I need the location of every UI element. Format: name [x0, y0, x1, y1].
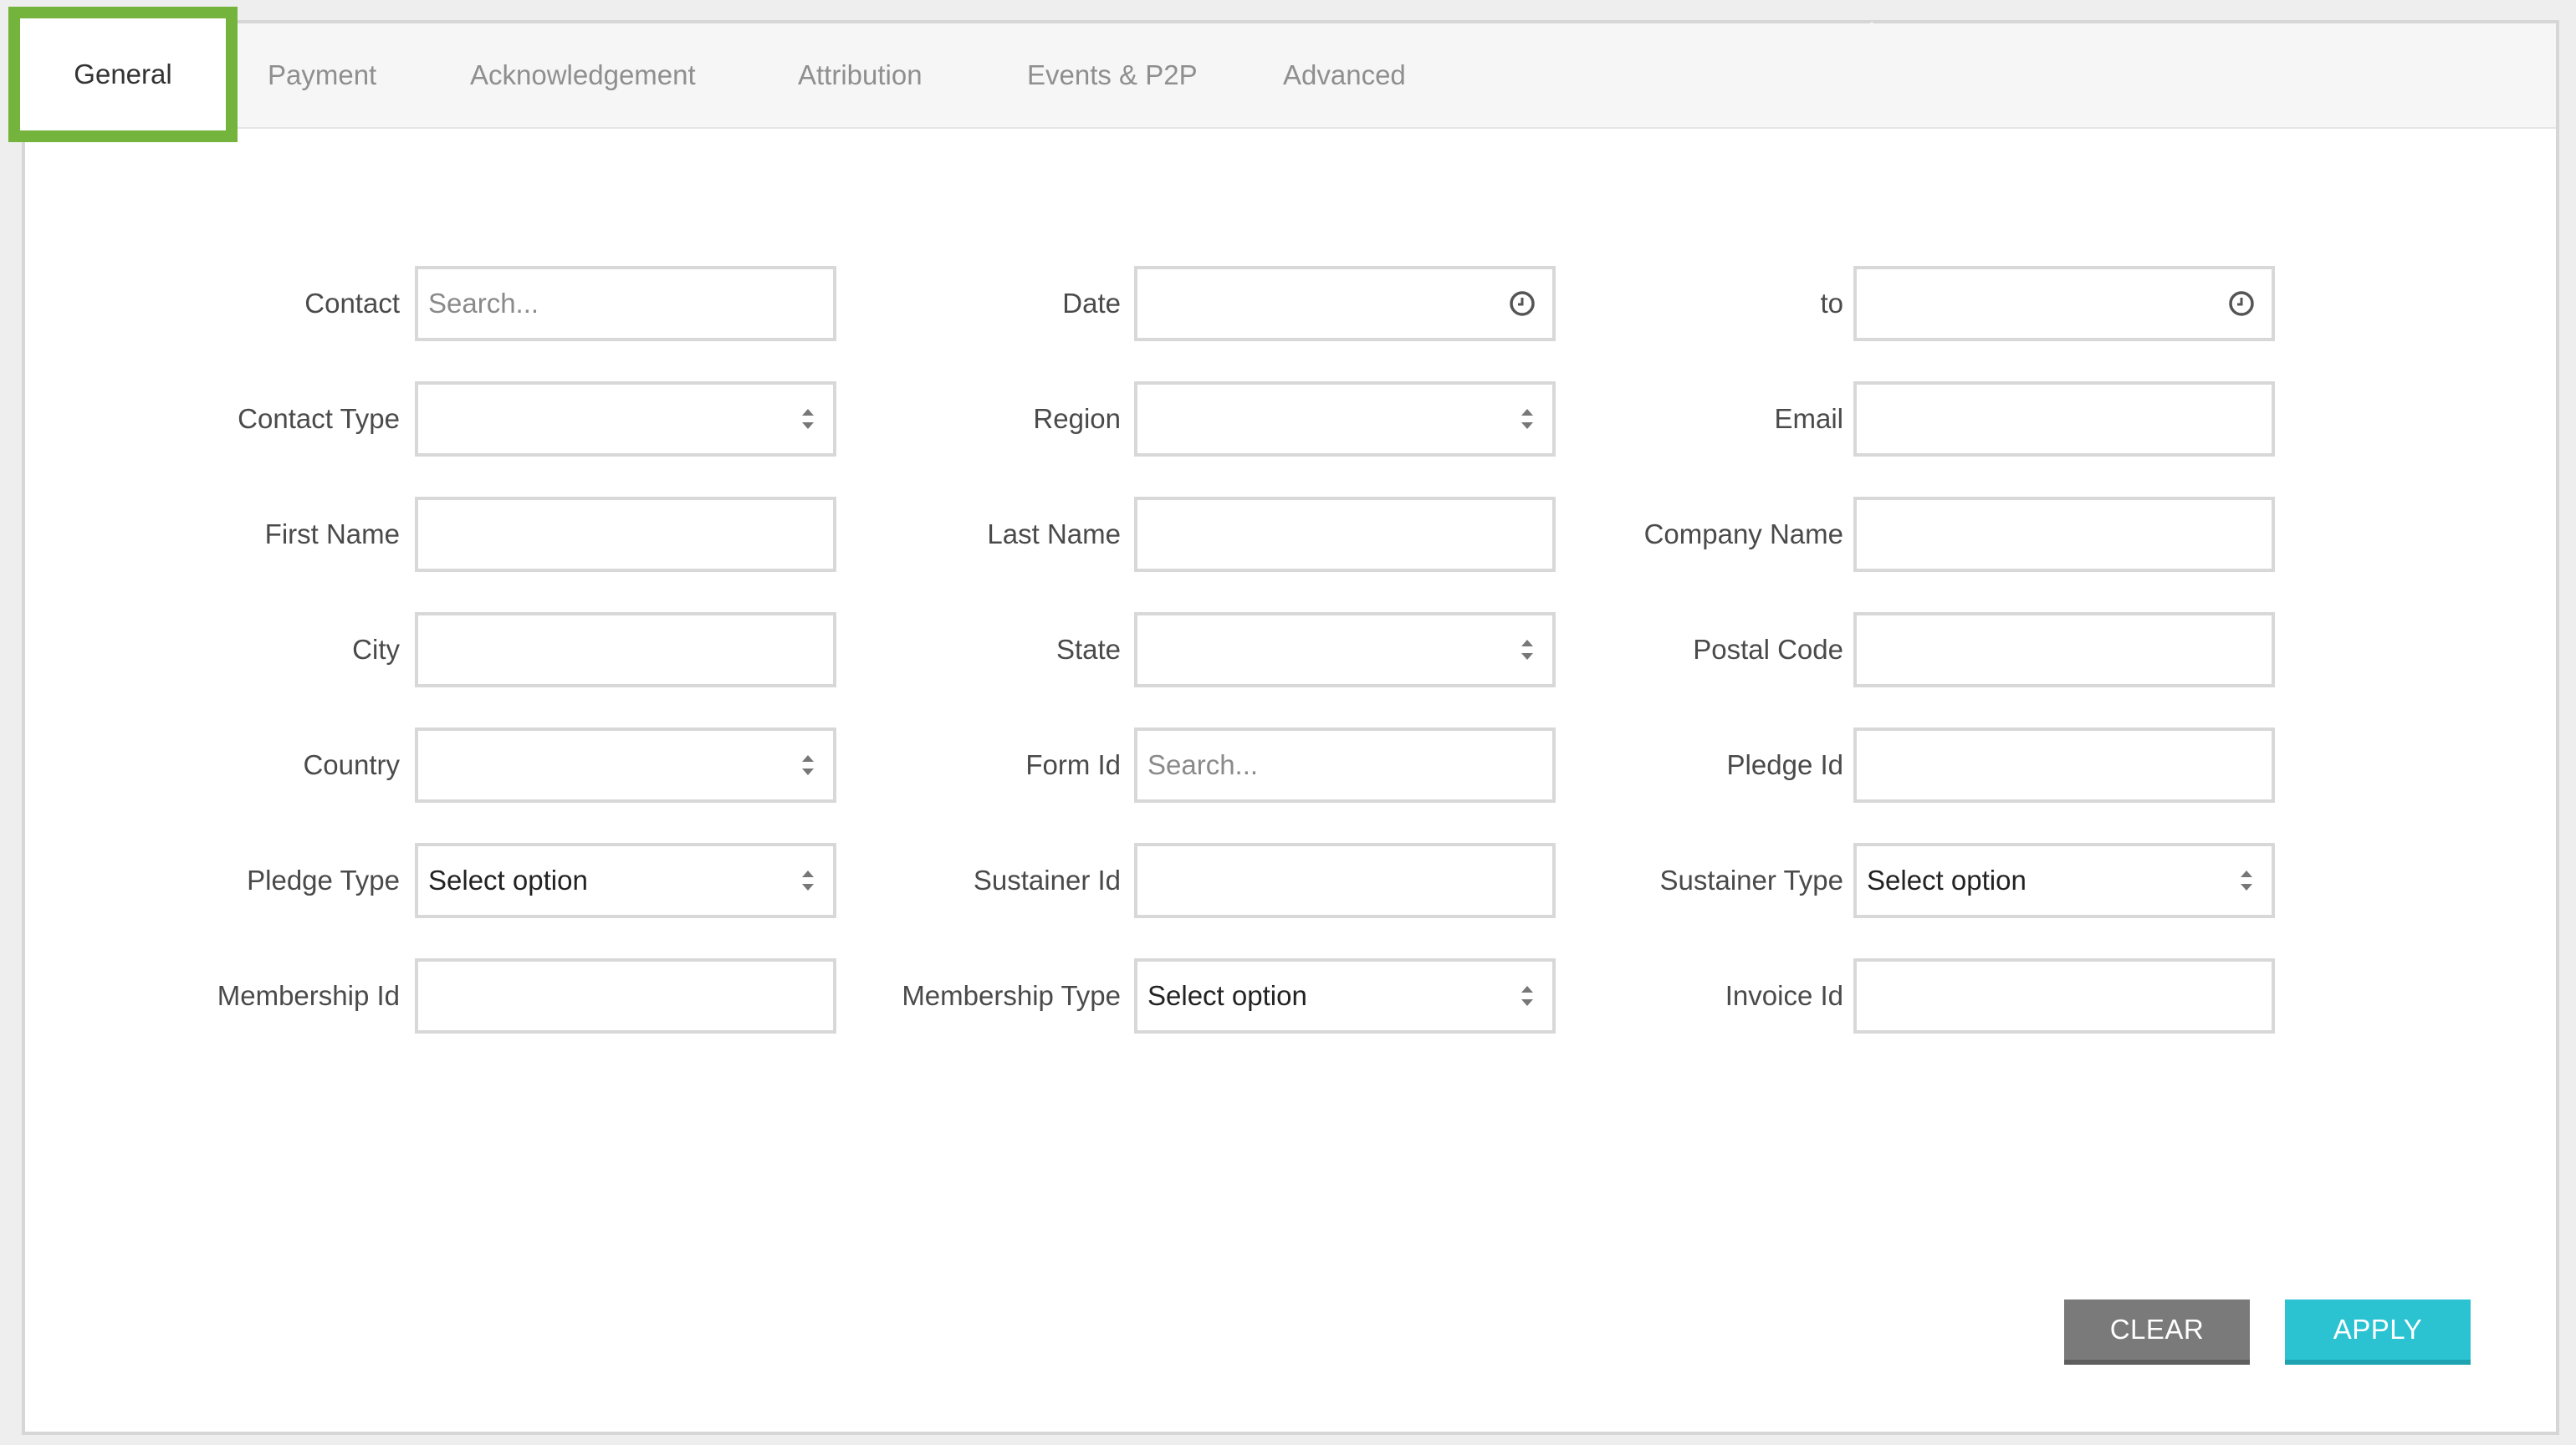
filter-panel: General Payment Acknowledgement Attribut… — [20, 18, 2559, 1435]
region-label: Region — [1033, 403, 1121, 434]
form-id-label: Form Id — [1025, 749, 1121, 780]
tab-bar: General Payment Acknowledgement Attribut… — [20, 18, 2556, 130]
tab-general[interactable]: General — [20, 18, 226, 130]
date-to-input[interactable] — [1853, 266, 2275, 341]
membership-type-value: Select option — [1147, 980, 1307, 1011]
email-label: Email — [1774, 403, 1843, 434]
postal-code-label: Postal Code — [1693, 634, 1843, 665]
sustainer-type-label: Sustainer Type — [1659, 865, 1843, 896]
sustainer-id-label: Sustainer Id — [973, 865, 1121, 896]
invoice-id-input[interactable] — [1853, 958, 2275, 1034]
first-name-label: First Name — [264, 518, 400, 549]
clock-icon[interactable] — [2228, 290, 2255, 317]
pledge-type-value: Select option — [428, 865, 588, 896]
sustainer-type-value: Select option — [1867, 865, 2027, 896]
contact-type-label: Contact Type — [238, 403, 400, 434]
date-to-label: to — [1820, 288, 1843, 319]
tab-attribution[interactable]: Attribution — [798, 23, 923, 127]
tab-advanced[interactable]: Advanced — [1283, 23, 1406, 127]
contact-placeholder: Search... — [428, 288, 539, 319]
membership-id-label: Membership Id — [217, 980, 400, 1011]
city-label: City — [352, 634, 400, 665]
select-spinner-icon — [2241, 871, 2252, 891]
sustainer-type-select[interactable]: Select option — [1853, 843, 2275, 918]
date-label: Date — [1062, 288, 1121, 319]
last-name-label: Last Name — [987, 518, 1121, 549]
contact-label: Contact — [304, 288, 400, 319]
form-id-placeholder: Search... — [1147, 749, 1259, 780]
state-label: State — [1055, 634, 1121, 665]
tab-payment[interactable]: Payment — [268, 23, 376, 127]
company-name-label: Company Name — [1643, 518, 1843, 549]
company-name-input[interactable] — [1853, 497, 2275, 572]
pledge-type-label: Pledge Type — [247, 865, 400, 896]
invoice-id-label: Invoice Id — [1725, 980, 1843, 1011]
panel-pointer — [1853, 22, 1890, 40]
pledge-id-input[interactable] — [1853, 728, 2275, 803]
tab-acknowledgement[interactable]: Acknowledgement — [470, 23, 696, 127]
pledge-id-label: Pledge Id — [1726, 749, 1843, 780]
tab-events-p2p[interactable]: Events & P2P — [1027, 23, 1198, 127]
country-label: Country — [303, 749, 400, 780]
postal-code-input[interactable] — [1853, 612, 2275, 687]
apply-button[interactable]: APPLY — [2285, 1299, 2471, 1365]
membership-type-label: Membership Type — [902, 980, 1121, 1011]
email-input[interactable] — [1853, 381, 2275, 457]
clear-button[interactable]: CLEAR — [2064, 1299, 2250, 1365]
